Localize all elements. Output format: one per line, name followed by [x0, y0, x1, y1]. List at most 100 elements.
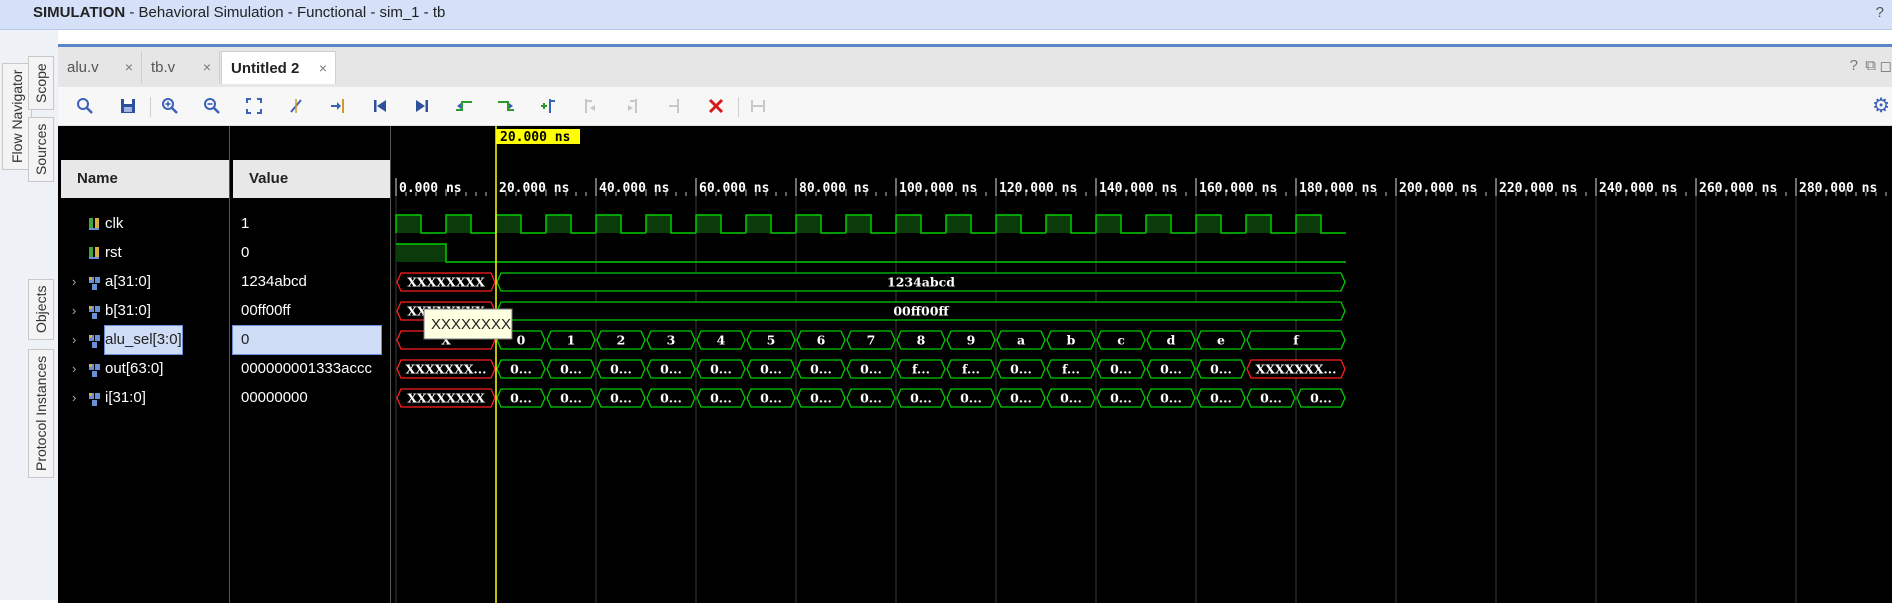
sources-tab[interactable]: Sources: [28, 116, 54, 182]
signal-name-row[interactable]: › b[31:0]: [61, 297, 229, 325]
add-marker-icon[interactable]: [533, 91, 563, 121]
out-bus-value: 0...: [1010, 362, 1032, 377]
clk-high-fill: [396, 215, 421, 233]
tab-tb-v[interactable]: tb.v ×: [142, 51, 220, 84]
out-bus-value: 0...: [1110, 362, 1132, 377]
out-bus-value: 0...: [1210, 362, 1232, 377]
i-bus-value: 0...: [510, 391, 532, 406]
tick-label: 60.000 ns: [699, 181, 769, 196]
signal-name-row[interactable]: › i[31:0]: [61, 384, 229, 412]
alu_sel-bus-value: 4: [717, 333, 726, 348]
signal-value: 1234abcd: [241, 273, 307, 290]
i-bus-value: XXXXXXXX: [407, 391, 485, 406]
maximize-icon[interactable]: ◻: [1880, 57, 1892, 75]
zoom-out-icon[interactable]: [197, 91, 227, 121]
signal-name: rst: [105, 244, 122, 261]
close-icon[interactable]: ×: [125, 51, 133, 84]
go-to-end-icon[interactable]: [407, 91, 437, 121]
tab-help-icon[interactable]: ?: [1850, 57, 1858, 74]
protocol-instances-tab[interactable]: Protocol Instances: [28, 348, 54, 478]
signal-name-row[interactable]: › alu_sel[3:0]: [61, 325, 229, 355]
signal-name-row[interactable]: rst: [61, 239, 229, 267]
value-column-header[interactable]: Value: [233, 160, 390, 198]
signal-name: clk: [105, 215, 124, 232]
scope-tab[interactable]: Scope: [28, 56, 54, 110]
expand-chevron-icon[interactable]: ›: [72, 355, 76, 383]
clk-high-fill: [1246, 215, 1271, 233]
name-column-header[interactable]: Name: [61, 160, 229, 198]
signal-name-row[interactable]: › a[31:0]: [61, 268, 229, 296]
signal-value: 00000000: [241, 389, 308, 406]
tick-label: 80.000 ns: [799, 181, 869, 196]
bus-icon: [88, 268, 102, 296]
next-marker-icon[interactable]: [617, 91, 647, 121]
alu_sel-bus-value: 1: [567, 333, 576, 348]
zoom-fit-icon[interactable]: [239, 91, 269, 121]
bus-icon: [88, 326, 102, 354]
signal-value-row[interactable]: 000000001333accc: [233, 355, 390, 383]
go-to-start-icon[interactable]: [365, 91, 395, 121]
search-icon[interactable]: [70, 91, 100, 121]
i-bus-value: 0...: [1160, 391, 1182, 406]
tick-label: 40.000 ns: [599, 181, 669, 196]
bus-icon: [88, 297, 102, 325]
save-icon[interactable]: [113, 91, 143, 121]
clk-high-fill: [796, 215, 821, 233]
clk-high-fill: [646, 215, 671, 233]
out-bus-value: 0...: [560, 362, 582, 377]
close-icon[interactable]: ×: [319, 52, 327, 85]
bit-icon: [88, 239, 102, 267]
previous-marker-icon[interactable]: [575, 91, 605, 121]
signal-value: 1: [241, 215, 250, 232]
signal-name: alu_sel[3:0]: [104, 325, 183, 355]
alu_sel-bus-value: 5: [767, 333, 776, 348]
tooltip-text: XXXXXXXX: [431, 316, 511, 333]
swap-markers-icon[interactable]: [659, 91, 689, 121]
signal-name: out[63:0]: [105, 360, 164, 377]
alu_sel-bus-value: c: [1117, 333, 1125, 348]
swap-cursor-icon[interactable]: [281, 91, 311, 121]
signal-name-row[interactable]: › out[63:0]: [61, 355, 229, 383]
out-bus-value: f...: [1062, 362, 1080, 377]
out-bus-value: 0...: [760, 362, 782, 377]
next-transition-icon[interactable]: [491, 91, 521, 121]
signal-value-row[interactable]: 1234abcd: [233, 268, 390, 296]
restore-icon[interactable]: ⧉: [1865, 57, 1876, 74]
previous-transition-icon[interactable]: [449, 91, 479, 121]
objects-tab[interactable]: Objects: [28, 278, 54, 340]
signal-value: 0: [241, 331, 250, 348]
alu_sel-bus-value: 8: [917, 333, 926, 348]
go-to-cursor-icon[interactable]: [323, 91, 353, 121]
signal-value-row[interactable]: 00ff00ff: [233, 297, 390, 325]
settings-icon[interactable]: ⚙: [1872, 93, 1890, 118]
signal-name-column: Name clk rst › a[31:0] › b[31:0] › alu_sel[3:0]…: [61, 126, 230, 603]
signal-value-row[interactable]: 0: [232, 325, 382, 355]
out-bus-value: f...: [962, 362, 980, 377]
signal-name-row[interactable]: clk: [61, 210, 229, 238]
waveform-canvas[interactable]: 0.000 ns 20.000 ns 40.000 ns 60.000 ns 80.00…: [394, 126, 1892, 603]
bus-icon: [88, 355, 102, 383]
expand-chevron-icon[interactable]: ›: [72, 384, 76, 412]
a-bus-value: 1234abcd: [887, 275, 955, 290]
expand-chevron-icon[interactable]: ›: [72, 268, 76, 296]
alu_sel-bus-value: 2: [617, 333, 626, 348]
window-title-bar: SIMULATION - Behavioral Simulation - Fun…: [0, 0, 1892, 30]
tab-alu-v[interactable]: alu.v ×: [58, 51, 142, 84]
i-bus-value: 0...: [660, 391, 682, 406]
signal-value-row[interactable]: 00000000: [233, 384, 390, 412]
delete-marker-icon[interactable]: [701, 91, 731, 121]
signal-value-row[interactable]: 0: [233, 239, 390, 267]
expand-chevron-icon[interactable]: ›: [72, 297, 76, 325]
snap-icon[interactable]: [743, 91, 773, 121]
alu_sel-bus-value: e: [1217, 333, 1225, 348]
alu_sel-bus-value: d: [1167, 333, 1176, 348]
out-bus-value: 0...: [610, 362, 632, 377]
zoom-in-icon[interactable]: [155, 91, 185, 121]
signal-value-row[interactable]: 1: [233, 210, 390, 238]
close-icon[interactable]: ×: [203, 51, 211, 84]
tab-untitled-2[interactable]: Untitled 2 ×: [221, 51, 336, 84]
clk-high-fill: [596, 215, 621, 233]
help-icon[interactable]: ?: [1876, 0, 1884, 26]
expand-chevron-icon[interactable]: ›: [72, 326, 76, 354]
clk-high-fill: [1146, 215, 1171, 233]
